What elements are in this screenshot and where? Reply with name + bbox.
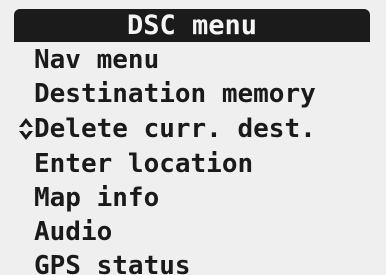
menu-item-delete-current-destination[interactable]: Delete curr. dest.: [34, 112, 316, 145]
menu-title: DSC menu: [126, 10, 258, 41]
menu-item-nav-menu[interactable]: Nav menu: [34, 43, 159, 76]
menu-item-map-info[interactable]: Map info: [34, 181, 159, 214]
menu-item-destination-memory[interactable]: Destination memory: [34, 77, 316, 110]
menu-list: Nav menu Destination memory Delete curr.…: [0, 42, 386, 275]
dsc-menu-screen: DSC menu Nav menu Destination memory Del…: [0, 0, 386, 275]
menu-title-bar: DSC menu: [14, 9, 370, 42]
menu-item-gps-status[interactable]: GPS status: [34, 249, 191, 275]
menu-item-enter-location[interactable]: Enter location: [34, 147, 253, 180]
menu-item-audio[interactable]: Audio: [34, 215, 112, 248]
